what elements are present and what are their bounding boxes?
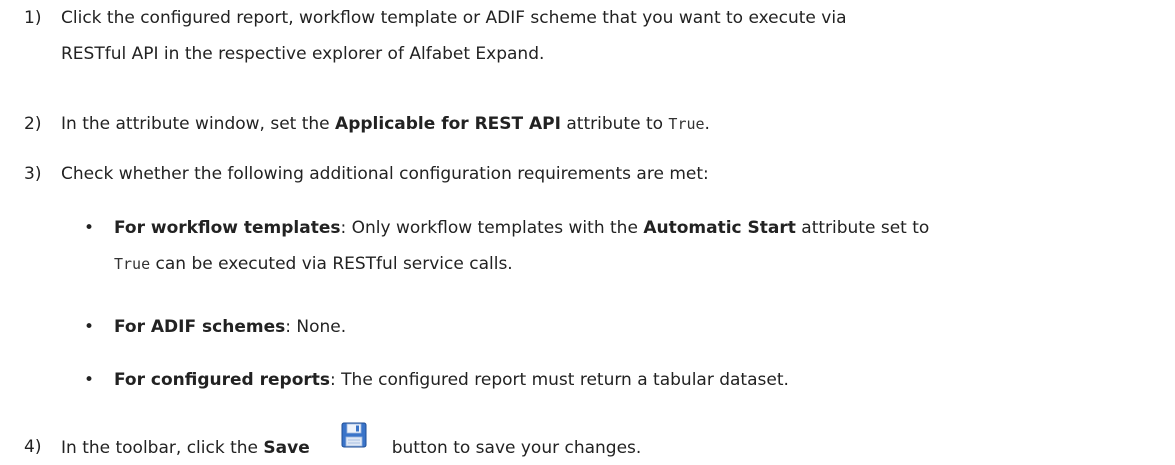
bullet-icon: • — [84, 218, 95, 238]
button-name: Save — [263, 438, 310, 458]
step-3: 3) Check whether the following additiona… — [24, 160, 1154, 188]
code-value: True — [668, 115, 705, 133]
step-text: In the attribute window, set the Applica… — [61, 110, 1154, 138]
bullet-text: For configured reports: The configured r… — [114, 366, 1164, 394]
bullet-item-adif-schemes: • For ADIF schemes: None. — [84, 313, 1164, 341]
bullet-text-part: : The configured report must return a ta… — [330, 370, 789, 390]
step-1: 1) Click the configured report, workflow… — [24, 4, 1154, 68]
step-4: 4) In the toolbar, click the Save button… — [24, 422, 1154, 462]
bullet-item-configured-reports: • For configured reports: The configured… — [84, 366, 1164, 394]
bullet-heading: For ADIF schemes — [114, 317, 286, 337]
bullet-icon: • — [84, 370, 95, 390]
bullet-heading: For workflow templates — [114, 218, 341, 238]
step-text: Check whether the following additional c… — [61, 164, 709, 184]
code-value: True — [114, 255, 151, 273]
step-text-line: RESTful API in the respective explorer o… — [61, 44, 545, 64]
step-text-part: In the attribute window, set the — [61, 114, 336, 134]
bullet-text: For workflow templates: Only workflow te… — [114, 214, 1164, 278]
bullet-icon: • — [84, 317, 95, 337]
bullet-heading: For configured reports — [114, 370, 331, 390]
step-text-line: Click the configured report, workflow te… — [61, 8, 847, 28]
step-number: 1) — [24, 8, 42, 28]
step-2: 2) In the attribute window, set the Appl… — [24, 110, 1154, 138]
bullet-text-part: can be executed via RESTful service call… — [150, 254, 513, 274]
bullet-text: For ADIF schemes: None. — [114, 313, 1164, 341]
step-number: 2) — [24, 114, 42, 134]
step-text-part: In the toolbar, click the — [61, 438, 264, 458]
step-number: 4) — [24, 437, 42, 457]
step-text: In the toolbar, click the Save button to… — [61, 422, 1154, 462]
step-number: 3) — [24, 164, 42, 184]
bullet-item-workflow-templates: • For workflow templates: Only workflow … — [84, 214, 1164, 278]
bullet-text-part: : None. — [285, 317, 347, 337]
attribute-name: Automatic Start — [643, 218, 796, 238]
bullet-text-part: attribute set to — [795, 218, 930, 238]
step-text: Click the configured report, workflow te… — [61, 4, 1154, 68]
step-text-part: button to save your changes. — [391, 438, 642, 458]
step-text-part: attribute to — [560, 114, 669, 134]
attribute-name: Applicable for REST API — [335, 114, 561, 134]
save-disk-icon — [340, 421, 368, 449]
step-text-part: . — [704, 114, 710, 134]
bullet-text-part: : Only workflow templates with the — [340, 218, 644, 238]
